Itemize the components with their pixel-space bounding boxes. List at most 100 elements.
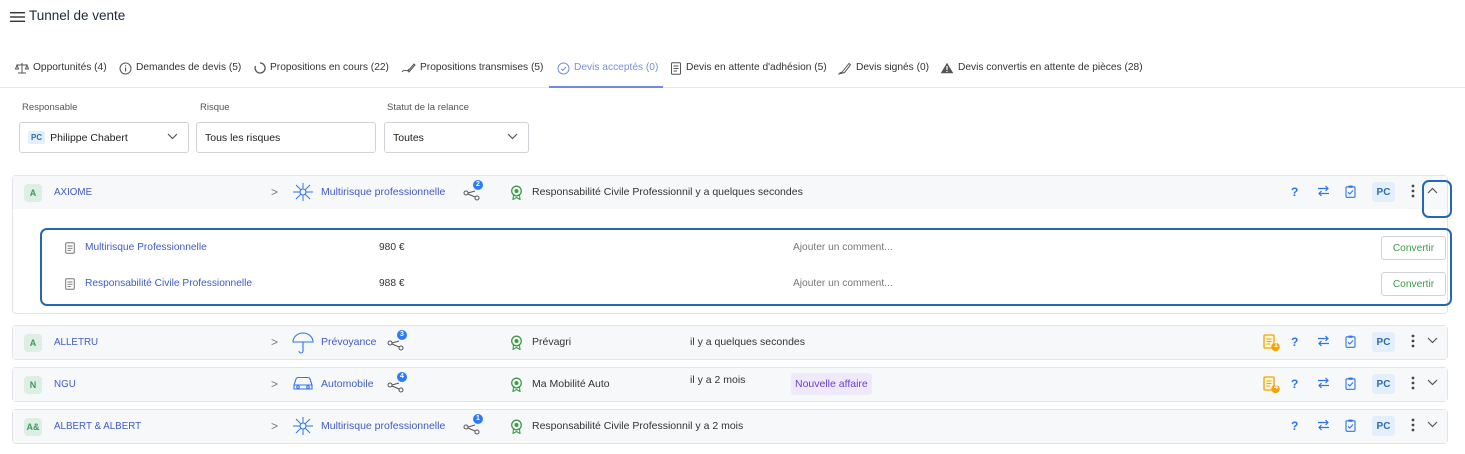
pending-count: 1 (1274, 342, 1278, 349)
clipboard-check-icon[interactable] (1345, 335, 1356, 348)
status-badge: Nouvelle affaire (791, 373, 872, 395)
award-icon (511, 335, 522, 350)
product-name[interactable]: Automobile (321, 378, 374, 390)
risque-value: Tous les risques (205, 131, 281, 144)
help-icon[interactable]: ? (1291, 185, 1298, 199)
chevron-down-icon[interactable] (1427, 337, 1438, 344)
client-name[interactable]: AXIOME (54, 187, 92, 198)
client-avatar: N (24, 376, 42, 394)
share-graph-icon[interactable]: 4 (387, 372, 407, 398)
statut-relance-select[interactable]: Toutes (384, 122, 529, 153)
share-graph-icon[interactable]: 2 (463, 180, 483, 206)
owner-avatar[interactable]: PC (1372, 182, 1395, 202)
share-graph-icon[interactable]: 1 (463, 414, 483, 440)
progress-circle-icon (254, 62, 266, 74)
risque-field[interactable]: Tous les risques (196, 122, 376, 153)
pending-count: 4 (1274, 384, 1278, 391)
chevron-down-icon[interactable] (1427, 421, 1438, 428)
tab-label: Propositions transmises (5) (420, 62, 544, 73)
transfer-arrows-icon[interactable] (1317, 419, 1330, 431)
product-name[interactable]: Prévoyance (321, 336, 376, 348)
product-name[interactable]: Multirisque professionnelle (321, 186, 445, 198)
more-options-icon[interactable] (1411, 184, 1415, 198)
tab-demandes-de-devis[interactable]: Demandes de devis (5) (119, 62, 241, 88)
count-badge: 1 (473, 414, 483, 424)
transfer-arrows-icon[interactable] (1317, 377, 1330, 389)
filter-label-statut: Statut de la relance (387, 102, 469, 113)
client-name[interactable]: ALLETRU (54, 337, 98, 348)
share-graph-icon[interactable]: 3 (387, 330, 407, 356)
clipboard-check-icon[interactable] (1345, 185, 1356, 198)
owner-avatar[interactable]: PC (1372, 416, 1395, 436)
chevron-down-icon[interactable] (1427, 379, 1438, 386)
owner-avatar[interactable]: PC (1372, 332, 1395, 352)
award-icon (511, 419, 522, 434)
tab-devis-en-attente-adhesion[interactable]: Devis en attente d'adhésion (5) (670, 62, 827, 88)
count-badge: 3 (397, 330, 407, 340)
count-badge: 4 (397, 372, 407, 382)
more-options-icon[interactable] (1411, 376, 1415, 390)
tab-label: Devis acceptés (0) (574, 62, 659, 73)
tab-label: Devis signés (0) (856, 62, 930, 73)
help-icon[interactable]: ? (1291, 377, 1298, 391)
sub-product-name: Responsabilité Civile Professionnil y a … (532, 186, 803, 198)
top-bar: Tunnel de vente (0, 0, 1465, 36)
responsable-select[interactable]: PC Philippe Chabert (19, 122, 189, 153)
product-name[interactable]: Multirisque professionnelle (321, 420, 445, 432)
card-header[interactable]: A& ALBERT & ALBERT > Multirisque profess… (13, 410, 1447, 443)
chevron-right-icon: > (271, 335, 279, 349)
main-content: Opportunités (4) Demandes de devis (5) P… (0, 36, 1465, 454)
more-options-icon[interactable] (1411, 334, 1415, 348)
tab-label: Devis en attente d'adhésion (5) (686, 62, 827, 73)
client-avatar: A (24, 184, 42, 202)
page-title: Tunnel de vente (29, 8, 126, 23)
tab-propositions-en-cours[interactable]: Propositions en cours (22) (254, 62, 389, 88)
sub-product-name: Prévagri (532, 336, 572, 348)
chevron-right-icon: > (271, 185, 279, 199)
card-header[interactable]: A ALLETRU > Prévoyance 3 Prévagri il y a… (13, 326, 1447, 359)
transfer-arrows-icon[interactable] (1317, 335, 1330, 347)
client-name[interactable]: NGU (54, 379, 76, 390)
pending-document-icon[interactable]: 1 (1263, 334, 1281, 357)
count-badge: 2 (473, 180, 483, 190)
tab-opportunites[interactable]: Opportunités (4) (15, 62, 107, 88)
card-header[interactable]: A AXIOME > Multirisque professionnelle 2… (13, 176, 1447, 209)
clipboard-check-icon[interactable] (1345, 419, 1356, 432)
transfer-arrows-icon[interactable] (1317, 185, 1330, 197)
statut-value: Toutes (393, 131, 424, 144)
client-name[interactable]: ALBERT & ALBERT (54, 421, 141, 432)
opportunity-card-ngu: N NGU > Automobile 4 Ma Mobilité Auto il… (12, 367, 1448, 402)
tab-label: Opportunités (4) (33, 62, 107, 73)
pipeline-tabs: Opportunités (4) Demandes de devis (5) P… (0, 56, 1465, 88)
responsable-value: Philippe Chabert (50, 131, 128, 144)
card-header[interactable]: N NGU > Automobile 4 Ma Mobilité Auto il… (13, 368, 1447, 401)
relative-time: il y a quelques secondes (690, 336, 805, 348)
chevron-down-icon (167, 133, 178, 140)
car-icon (293, 376, 313, 390)
help-icon[interactable]: ? (1291, 419, 1298, 433)
highlight-box-detail (40, 228, 1452, 306)
hamburger-menu-icon[interactable] (10, 11, 25, 23)
help-icon[interactable]: ? (1291, 335, 1298, 349)
sub-product-name: Responsabilité Civile Professionnil y a … (532, 420, 744, 432)
tab-devis-signes[interactable]: Devis signés (0) (838, 62, 929, 88)
signature-icon (838, 62, 852, 75)
responsable-initials: PC (28, 131, 46, 144)
check-circle-icon (557, 62, 570, 75)
pending-document-icon[interactable]: 4 (1263, 376, 1281, 399)
clipboard-check-icon[interactable] (1345, 377, 1356, 390)
umbrella-icon (292, 332, 314, 354)
sign-pen-icon (401, 63, 416, 73)
relative-time: il y a 2 mois (690, 374, 746, 386)
network-hub-icon (293, 417, 313, 435)
more-options-icon[interactable] (1411, 418, 1415, 432)
network-hub-icon (293, 183, 313, 201)
owner-avatar[interactable]: PC (1372, 374, 1395, 394)
filter-label-responsable: Responsable (22, 102, 78, 113)
tab-propositions-transmises[interactable]: Propositions transmises (5) (401, 62, 543, 88)
tab-devis-convertis[interactable]: Devis convertis en attente de pièces (28… (940, 62, 1143, 88)
tab-devis-acceptes[interactable]: Devis acceptés (0) (557, 62, 658, 88)
opportunity-card-albert-albert: A& ALBERT & ALBERT > Multirisque profess… (12, 409, 1448, 444)
tab-label: Devis convertis en attente de pièces (28… (958, 62, 1143, 73)
tab-label: Demandes de devis (5) (136, 62, 242, 73)
